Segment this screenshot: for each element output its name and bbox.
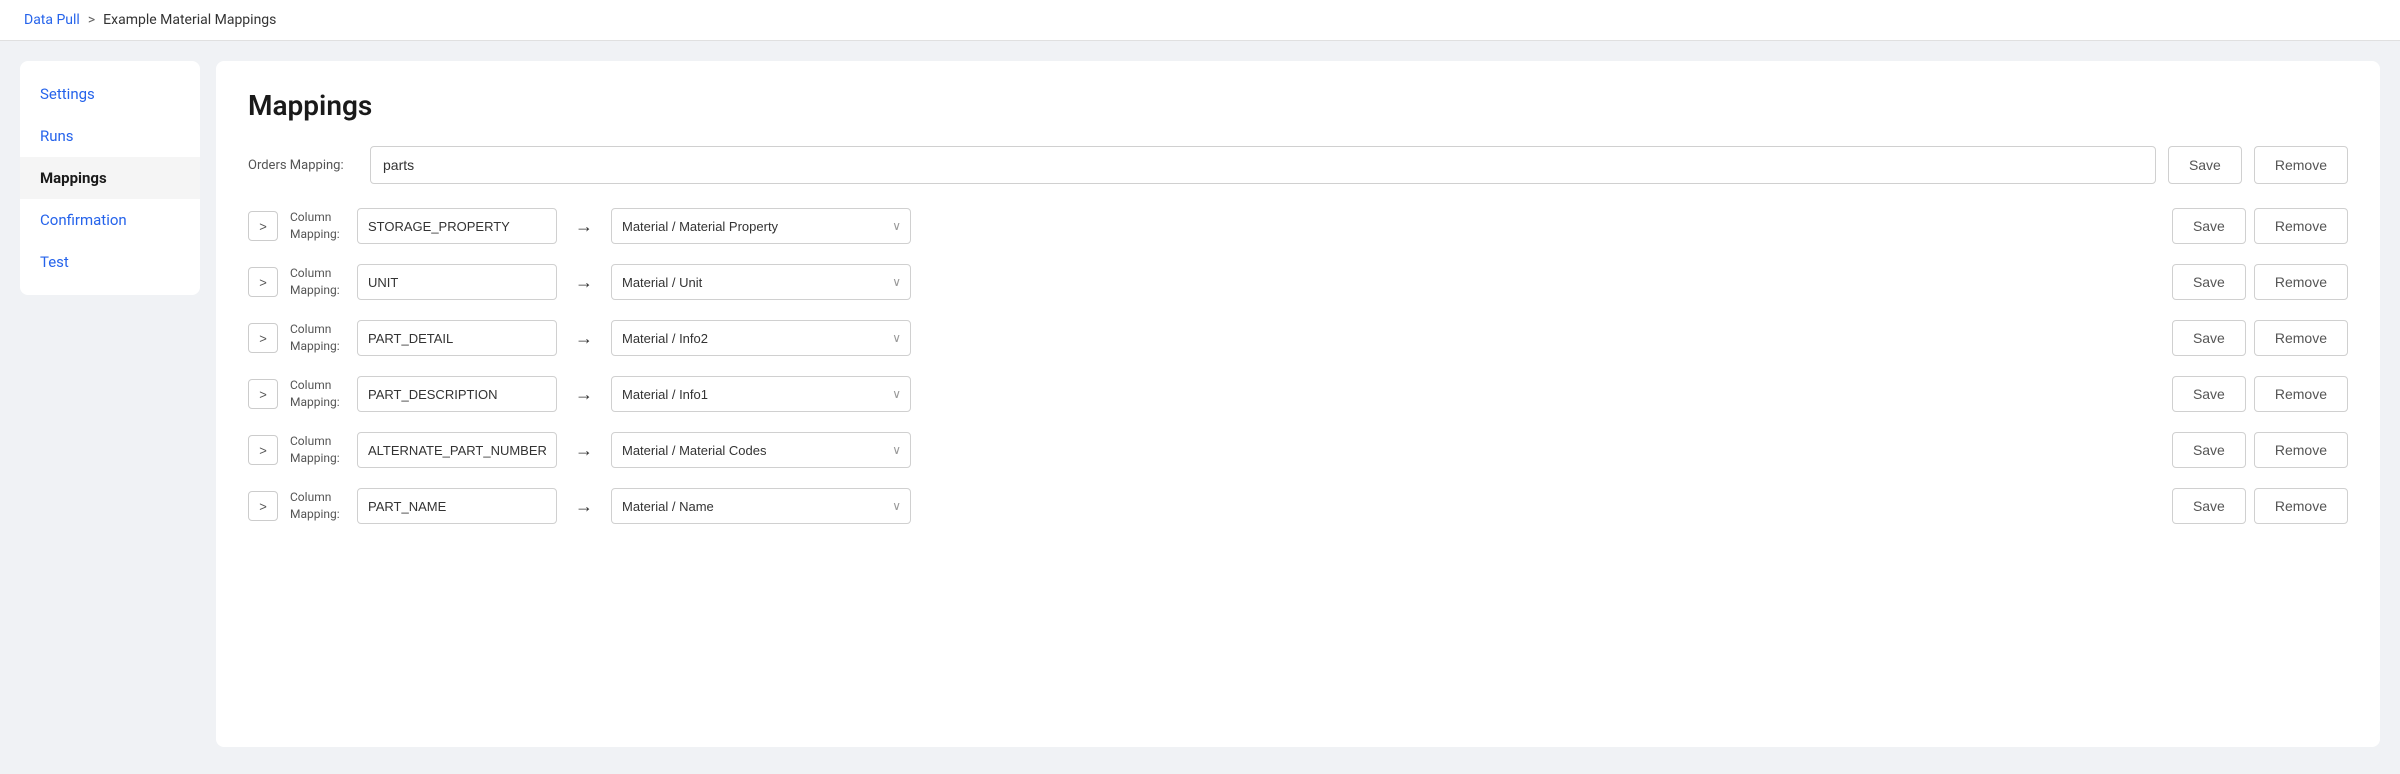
destination-wrapper: Material / Info2 xyxy=(611,320,911,356)
destination-wrapper: Material / Name xyxy=(611,488,911,524)
row-buttons: SaveRemove xyxy=(2172,208,2348,244)
sidebar-item-settings[interactable]: Settings xyxy=(20,73,200,115)
column-mapping-label: Column Mapping: xyxy=(290,433,345,467)
top-bar: Data Pull > Example Material Mappings xyxy=(0,0,2400,41)
destination-wrapper: Material / Unit xyxy=(611,264,911,300)
destination-select[interactable]: Material / Info1 xyxy=(611,376,911,412)
breadcrumb-current: Example Material Mappings xyxy=(103,12,276,28)
mapping-row: > Column Mapping: → Material / Material Cod… xyxy=(248,432,2348,468)
sidebar-item-confirmation[interactable]: Confirmation xyxy=(20,199,200,241)
mapping-row: > Column Mapping: → Material / Unit SaveRemo… xyxy=(248,264,2348,300)
arrow-icon: → xyxy=(569,496,599,517)
expand-button[interactable]: > xyxy=(248,491,278,521)
layout: SettingsRunsMappingsConfirmationTest Map… xyxy=(0,41,2400,767)
sidebar: SettingsRunsMappingsConfirmationTest xyxy=(20,61,200,295)
arrow-icon: → xyxy=(569,272,599,293)
row-remove-button[interactable]: Remove xyxy=(2254,264,2348,300)
row-save-button[interactable]: Save xyxy=(2172,208,2246,244)
row-save-button[interactable]: Save xyxy=(2172,488,2246,524)
column-mapping-label: Column Mapping: xyxy=(290,265,345,299)
orders-mapping-row: Orders Mapping: Save Remove xyxy=(248,146,2348,184)
breadcrumb-link[interactable]: Data Pull xyxy=(24,12,80,28)
sidebar-item-mappings[interactable]: Mappings xyxy=(20,157,200,199)
orders-mapping-label: Orders Mapping: xyxy=(248,158,358,173)
column-mapping-input[interactable] xyxy=(357,320,557,356)
expand-button[interactable]: > xyxy=(248,379,278,409)
row-buttons: SaveRemove xyxy=(2172,488,2348,524)
mapping-rows-container: > Column Mapping: → Material / Material Pro… xyxy=(248,208,2348,524)
column-mapping-input[interactable] xyxy=(357,264,557,300)
mapping-row: > Column Mapping: → Material / Info1 SaveRem… xyxy=(248,376,2348,412)
column-mapping-input[interactable] xyxy=(357,376,557,412)
expand-button[interactable]: > xyxy=(248,435,278,465)
page-title: Mappings xyxy=(248,89,2348,122)
breadcrumb-separator: > xyxy=(88,12,95,28)
destination-wrapper: Material / Info1 xyxy=(611,376,911,412)
sidebar-item-test[interactable]: Test xyxy=(20,241,200,283)
row-remove-button[interactable]: Remove xyxy=(2254,376,2348,412)
row-save-button[interactable]: Save xyxy=(2172,432,2246,468)
main-content: Mappings Orders Mapping: Save Remove > Co… xyxy=(216,61,2380,747)
destination-select[interactable]: Material / Unit xyxy=(611,264,911,300)
column-mapping-input[interactable] xyxy=(357,488,557,524)
column-mapping-label: Column Mapping: xyxy=(290,321,345,355)
column-mapping-input[interactable] xyxy=(357,208,557,244)
column-mapping-label: Column Mapping: xyxy=(290,209,345,243)
row-buttons: SaveRemove xyxy=(2172,432,2348,468)
row-save-button[interactable]: Save xyxy=(2172,264,2246,300)
expand-button[interactable]: > xyxy=(248,323,278,353)
row-remove-button[interactable]: Remove xyxy=(2254,320,2348,356)
expand-button[interactable]: > xyxy=(248,211,278,241)
row-remove-button[interactable]: Remove xyxy=(2254,208,2348,244)
mapping-row: > Column Mapping: → Material / Material Pro… xyxy=(248,208,2348,244)
row-buttons: SaveRemove xyxy=(2172,320,2348,356)
mapping-row: > Column Mapping: → Material / Info2 SaveRem… xyxy=(248,320,2348,356)
column-mapping-label: Column Mapping: xyxy=(290,489,345,523)
row-remove-button[interactable]: Remove xyxy=(2254,432,2348,468)
expand-button[interactable]: > xyxy=(248,267,278,297)
row-save-button[interactable]: Save xyxy=(2172,320,2246,356)
destination-select[interactable]: Material / Material Codes xyxy=(611,432,911,468)
destination-wrapper: Material / Material Codes xyxy=(611,432,911,468)
destination-select[interactable]: Material / Material Property xyxy=(611,208,911,244)
column-mapping-label: Column Mapping: xyxy=(290,377,345,411)
mapping-row: > Column Mapping: → Material / Name SaveRemo… xyxy=(248,488,2348,524)
destination-wrapper: Material / Material Property xyxy=(611,208,911,244)
column-mapping-input[interactable] xyxy=(357,432,557,468)
arrow-icon: → xyxy=(569,384,599,405)
arrow-icon: → xyxy=(569,328,599,349)
destination-select[interactable]: Material / Name xyxy=(611,488,911,524)
orders-remove-button[interactable]: Remove xyxy=(2254,146,2348,184)
row-save-button[interactable]: Save xyxy=(2172,376,2246,412)
arrow-icon: → xyxy=(569,216,599,237)
orders-save-button[interactable]: Save xyxy=(2168,146,2242,184)
row-buttons: SaveRemove xyxy=(2172,264,2348,300)
row-remove-button[interactable]: Remove xyxy=(2254,488,2348,524)
sidebar-item-runs[interactable]: Runs xyxy=(20,115,200,157)
orders-mapping-input[interactable] xyxy=(370,146,2156,184)
row-buttons: SaveRemove xyxy=(2172,376,2348,412)
destination-select[interactable]: Material / Info2 xyxy=(611,320,911,356)
arrow-icon: → xyxy=(569,440,599,461)
